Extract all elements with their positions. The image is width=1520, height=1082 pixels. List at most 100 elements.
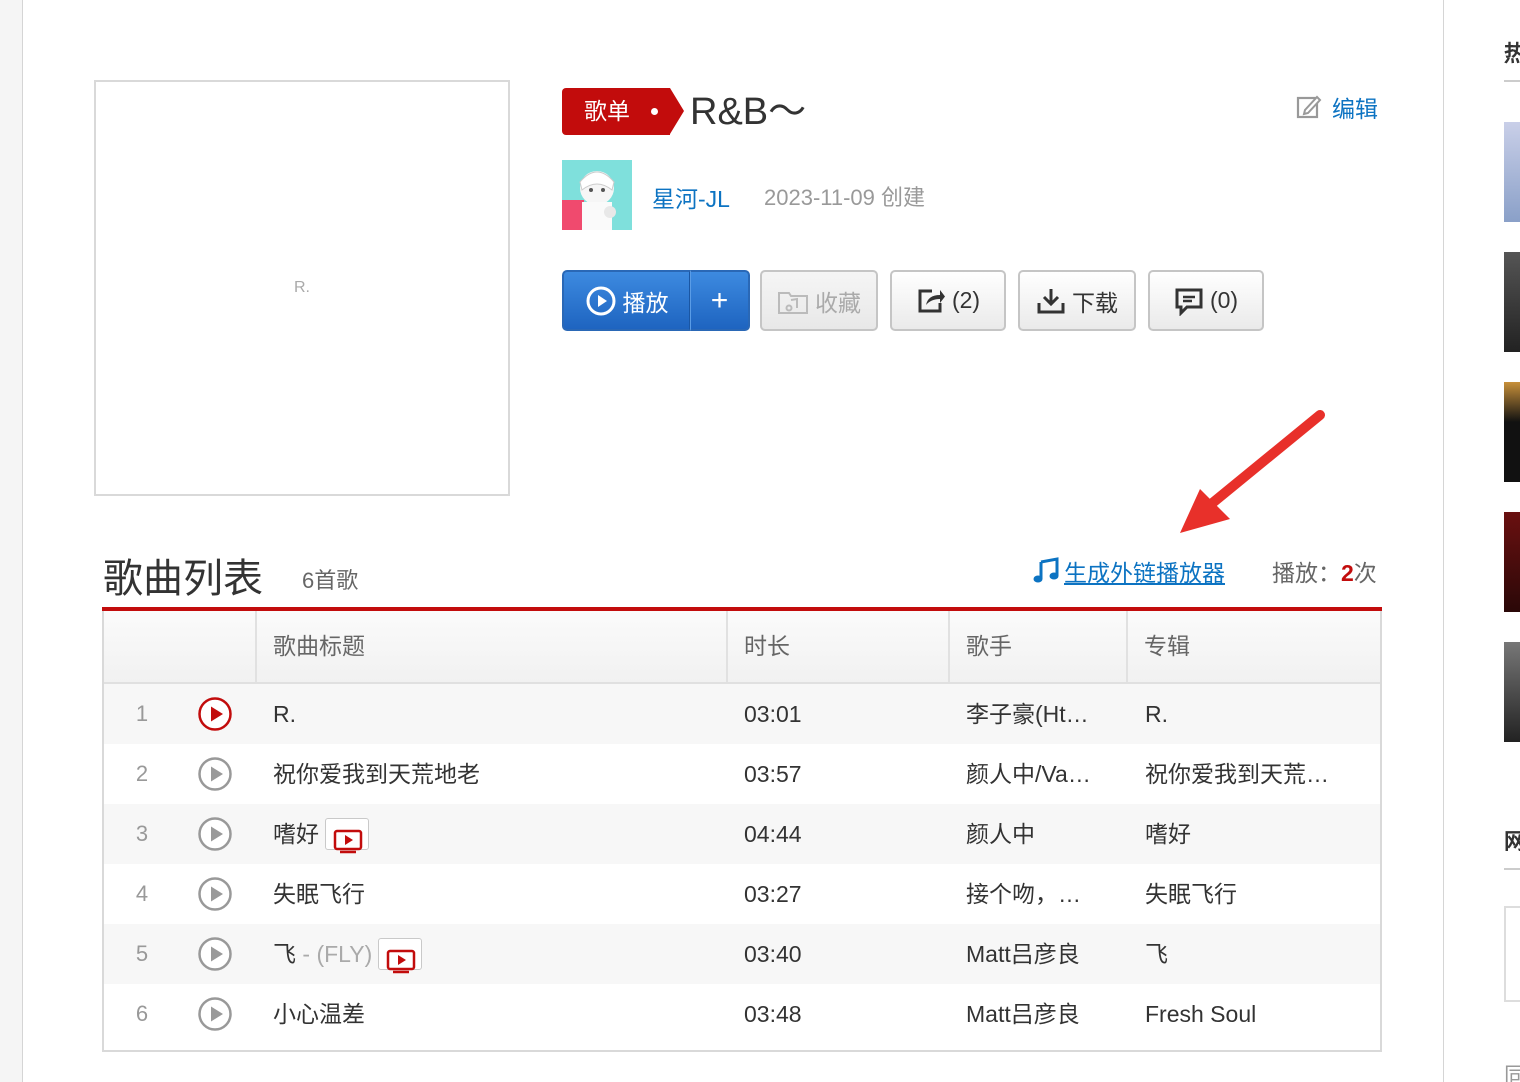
table-row[interactable]: 5飞 - (FLY) 03:40 Matt吕彦良飞 [104,924,1380,984]
play-icon[interactable] [197,936,233,972]
song-title-text[interactable]: 失眠飞行 [273,881,365,907]
header-artist: 歌手 [948,611,1126,682]
song-number: 2 [135,761,149,786]
table-body: 1 R. 03:01 李子豪(Ht… R. 2 祝你爱我到天荒地老 03:57 颜人中/Va… 祝… [104,684,1380,1044]
folder-music-icon [778,291,808,314]
song-table: 歌曲标题 时长 歌手 专辑 1 R. 03:01 李子豪(Ht… R. 2 祝你爱我到天荒地… [102,611,1382,1052]
sidebar-divider [1504,868,1520,870]
play-icon[interactable] [197,996,233,1032]
music-note-icon [1033,557,1059,583]
song-artist[interactable]: 颜人中 [966,804,1116,864]
play-icon[interactable] [197,876,233,912]
song-number: 3 [135,821,149,846]
play-button[interactable]: 播放 [562,270,690,331]
table-row[interactable]: 4 失眠飞行 03:27 接个吻，… 失眠飞行 [104,864,1380,924]
header-title: 歌曲标题 [255,611,726,682]
play-count-value: 2 [1341,560,1354,586]
creator-link[interactable]: 星河-JL [652,180,730,214]
share-button[interactable]: (2) [890,270,1006,331]
sidebar-thumb[interactable] [1504,122,1520,222]
table-row[interactable]: 2 祝你爱我到天荒地老 03:57 颜人中/Va… 祝你爱我到天荒… [104,744,1380,804]
song-title[interactable]: 失眠飞行 [273,864,723,924]
song-number: 1 [135,701,149,726]
song-number: 5 [135,941,149,966]
header-album: 专辑 [1126,611,1380,682]
sidebar-heading-3: 同 [1504,1063,1520,1082]
table-row[interactable]: 6 小心温差 03:48 Matt吕彦良 Fresh Soul [104,984,1380,1044]
play-count-suffix: 次 [1353,560,1377,586]
play-circle-icon [586,286,615,315]
song-duration: 04:44 [744,821,802,847]
playlist-tag: 歌单 [562,88,684,135]
song-title[interactable]: 飞 - (FLY) [273,924,723,984]
add-to-queue-button[interactable]: + [690,270,750,331]
play-label: 播放 [622,289,669,316]
song-album[interactable]: 祝你爱我到天荒… [1145,744,1345,804]
song-title-text[interactable]: R. [273,701,296,727]
song-title-text[interactable]: 小心温差 [273,1001,365,1027]
share-icon [918,289,945,312]
song-duration: 03:27 [744,881,802,907]
sidebar-thumb[interactable] [1504,642,1520,742]
comment-icon [1175,288,1203,316]
sidebar-thumb[interactable] [1504,382,1520,482]
annotation-arrow-icon [1180,410,1325,533]
song-duration: 03:57 [744,761,802,787]
table-header: 歌曲标题 时长 歌手 专辑 [104,611,1380,684]
song-album[interactable]: R. [1145,684,1345,744]
song-title[interactable]: 小心温差 [273,984,723,1044]
playlist-cover[interactable]: R. [94,80,510,496]
avatar[interactable] [562,160,632,230]
song-artist[interactable]: Matt吕彦良 [966,984,1116,1044]
song-album[interactable]: 失眠飞行 [1145,864,1345,924]
song-artist[interactable]: 接个吻，… [966,864,1116,924]
song-artist[interactable]: 李子豪(Ht… [966,684,1116,744]
play-icon[interactable] [197,696,233,732]
sidebar-heading-1: 热 [1504,41,1520,66]
table-row[interactable]: 3 嗜好 04:44 颜人中 嗜好 [104,804,1380,864]
song-album[interactable]: 飞 [1145,924,1345,984]
playlist-tag-label: 歌单 [584,98,630,124]
playlist-title: R&B～ [690,91,807,133]
mv-icon[interactable] [378,937,423,974]
song-title-text[interactable]: 祝你爱我到天荒地老 [273,761,480,787]
song-title-text[interactable]: 嗜好 [273,821,319,847]
song-duration: 03:40 [744,941,802,967]
song-number: 6 [135,1001,149,1026]
plus-icon: + [710,283,729,317]
song-duration: 03:01 [744,701,802,727]
comment-count: (0) [1209,287,1239,313]
table-row[interactable]: 1 R. 03:01 李子豪(Ht… R. [104,684,1380,744]
play-icon[interactable] [197,816,233,852]
song-number: 4 [135,881,149,906]
header-duration: 时长 [726,611,948,682]
song-artist[interactable]: Matt吕彦良 [966,924,1116,984]
edit-icon [1296,95,1322,119]
play-icon[interactable] [197,756,233,792]
song-artist[interactable]: 颜人中/Va… [966,744,1116,804]
song-album[interactable]: Fresh Soul [1145,984,1345,1044]
favorite-button[interactable]: 收藏 [760,270,878,331]
song-title[interactable]: R. [273,684,723,744]
edit-label[interactable]: 编辑 [1332,90,1378,124]
outchain-label[interactable]: 生成外链播放器 [1064,554,1225,588]
song-title-text[interactable]: 飞 [273,941,296,967]
download-label: 下载 [1072,289,1118,316]
sidebar-divider [1504,80,1520,82]
comment-button[interactable]: (0) [1148,270,1264,331]
play-count-prefix: 播放： [1272,560,1341,586]
mv-icon[interactable] [325,817,369,854]
song-duration: 03:48 [744,1001,802,1027]
song-title[interactable]: 嗜好 [273,804,723,864]
outchain-link[interactable]: 生成外链播放器 [1032,554,1225,588]
created-date: 2023-11-09 创建 [764,185,926,210]
sidebar-thumb[interactable] [1504,252,1520,352]
song-alias: - (FLY) [296,941,373,967]
cover-text: R. [294,279,310,296]
song-album[interactable]: 嗜好 [1145,804,1345,864]
song-title[interactable]: 祝你爱我到天荒地老 [273,744,723,804]
download-button[interactable]: 下载 [1018,270,1136,331]
sidebar-thumb[interactable] [1504,906,1520,1002]
edit-link[interactable]: 编辑 [1296,92,1378,122]
sidebar-thumb[interactable] [1504,512,1520,612]
